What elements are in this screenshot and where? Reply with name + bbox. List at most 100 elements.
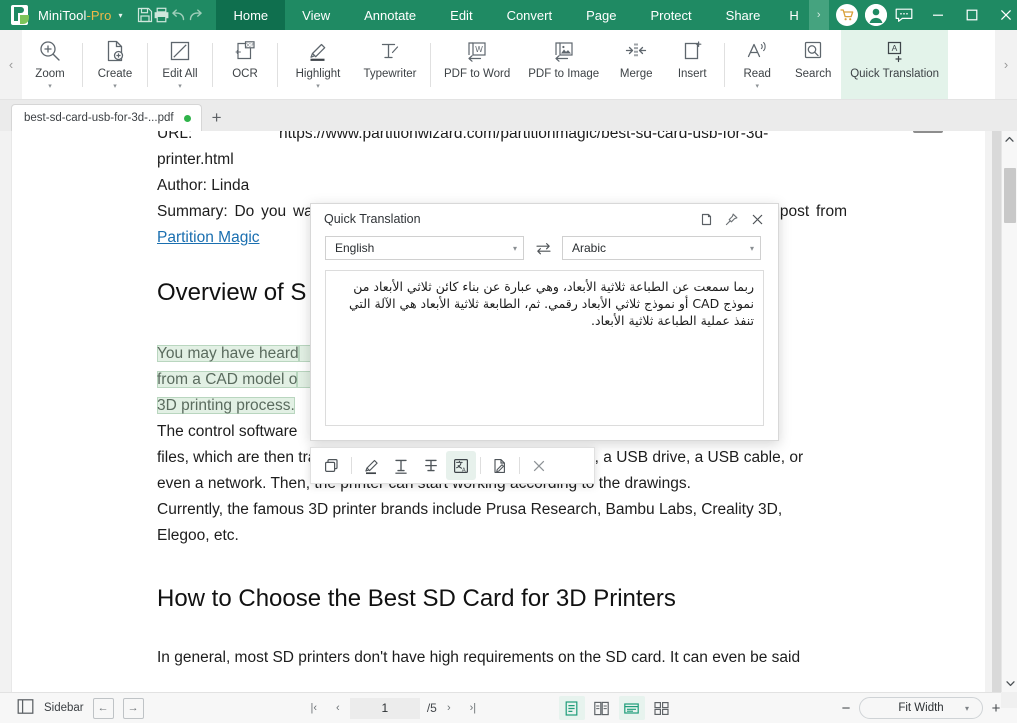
selected-text-line3: 3D printing process. — [157, 397, 295, 414]
create-document-icon — [103, 38, 127, 64]
pane-prev-button[interactable]: ← — [92, 697, 114, 719]
ribbon-scroll-left-button[interactable]: ‹ — [0, 30, 22, 99]
ribbon-tab-convert[interactable]: Convert — [490, 0, 570, 30]
selected-text-line1-pre: You may have heard — [157, 345, 299, 362]
zoom-in-icon — [38, 38, 62, 64]
translation-result-textarea[interactable]: ربما سمعت عن الطباعة ثلاثية الأبعاد، وهي… — [325, 270, 764, 426]
chevron-down-icon: ▾ — [964, 703, 969, 713]
undo-icon[interactable] — [170, 0, 187, 30]
ribbon-tab-view[interactable]: View — [285, 0, 347, 30]
chevron-down-icon[interactable]: ▾ — [755, 83, 759, 90]
note-icon[interactable] — [485, 451, 515, 480]
vertical-scrollbar[interactable] — [1001, 131, 1017, 692]
ribbon-button-pdf-to-word[interactable]: W PDF to Word — [435, 30, 519, 99]
chevron-down-icon[interactable]: ▾ — [178, 83, 182, 90]
sidebar-label: Sidebar — [44, 702, 84, 714]
close-icon[interactable] — [744, 207, 770, 231]
ribbon-button-read[interactable]: Read ▾ — [729, 30, 785, 99]
close-button[interactable] — [989, 0, 1017, 30]
previous-page-button[interactable]: ‹ — [326, 697, 350, 719]
zoom-out-button[interactable]: − — [833, 696, 859, 720]
sidebar-icon — [16, 697, 35, 719]
ribbon-tab-annotate[interactable]: Annotate — [347, 0, 433, 30]
summary-text-pre: Summary: Do you wa — [157, 203, 313, 220]
ribbon-button-pdf-to-image[interactable]: PDF to Image — [519, 30, 608, 99]
chevron-down-icon[interactable]: ▾ — [113, 83, 117, 90]
ribbon-tab-home[interactable]: Home — [216, 0, 286, 30]
ribbon-button-create[interactable]: Create ▾ — [87, 30, 143, 99]
ribbon-tabs-overflow-icon[interactable]: › — [808, 0, 829, 30]
sidebar-toggle-button[interactable]: Sidebar — [16, 697, 84, 719]
partition-magic-link[interactable]: Partition Magic — [157, 229, 260, 246]
ribbon-button-search[interactable]: Search — [785, 30, 841, 99]
zoom-level-select[interactable]: Fit Width ▾ — [859, 697, 983, 719]
text-selection-toolbar[interactable]: A — [310, 447, 595, 484]
summary-line2-pre: from — [815, 203, 847, 220]
current-page-input[interactable]: 1 — [349, 697, 420, 719]
copy-icon[interactable] — [692, 207, 718, 231]
ribbon-button-typewriter[interactable]: Typewriter — [354, 30, 426, 99]
ribbon-tab-protect[interactable]: Protect — [633, 0, 708, 30]
target-language-select[interactable]: Arabic ▾ — [562, 236, 761, 260]
ribbon-button-merge[interactable]: Merge — [608, 30, 664, 99]
next-page-button[interactable]: › — [437, 697, 461, 719]
underline-icon[interactable] — [386, 451, 416, 480]
ribbon-label-zoom: Zoom — [35, 68, 65, 80]
pane-next-button[interactable]: → — [122, 697, 144, 719]
ribbon-button-edit-all[interactable]: Edit All ▾ — [152, 30, 208, 99]
ribbon-tab-edit[interactable]: Edit — [433, 0, 489, 30]
titlebar-right-actions — [829, 0, 1017, 30]
single-page-view-icon[interactable] — [558, 696, 585, 720]
translate-icon[interactable]: A — [446, 451, 476, 480]
first-page-button[interactable]: |‹ — [302, 697, 326, 719]
ribbon-scroll-right-button[interactable]: › — [995, 30, 1017, 99]
highlight-icon — [306, 38, 330, 64]
view-mode-group — [555, 696, 675, 720]
highlight-icon[interactable] — [356, 451, 386, 480]
ribbon-label-pdf-to-image: PDF to Image — [528, 68, 600, 80]
scroll-up-icon[interactable] — [1002, 131, 1017, 148]
scrollbar-thumb[interactable] — [1004, 168, 1016, 223]
two-page-view-icon[interactable] — [589, 696, 615, 720]
ribbon-tab-share[interactable]: Share — [709, 0, 778, 30]
document-tab[interactable]: best-sd-card-usb-for-3d-...pdf — [11, 104, 202, 131]
source-language-select[interactable]: English ▾ — [325, 236, 524, 260]
continuous-view-icon[interactable] — [618, 696, 645, 720]
thumbnail-grid-view-icon[interactable] — [649, 696, 675, 720]
scroll-down-icon[interactable] — [1002, 675, 1017, 692]
feedback-icon[interactable] — [887, 0, 921, 30]
ribbon-tab-page[interactable]: Page — [569, 0, 633, 30]
minimize-button[interactable] — [921, 0, 955, 30]
quick-translation-header[interactable]: Quick Translation — [311, 204, 778, 234]
document-tab-label: best-sd-card-usb-for-3d-...pdf — [24, 112, 174, 124]
account-avatar-icon[interactable] — [864, 4, 887, 26]
new-tab-button[interactable]: + — [202, 104, 232, 131]
quick-translation-language-row: English ▾ Arabic ▾ — [311, 236, 778, 260]
chevron-down-icon[interactable]: ▾ — [48, 83, 52, 90]
ribbon-button-ocr[interactable]: OCR OCR — [217, 30, 273, 99]
last-page-button[interactable]: ›| — [461, 697, 485, 719]
copy-icon[interactable] — [317, 451, 347, 480]
para2-line2-pre: files, which are then — [157, 449, 299, 466]
search-icon — [801, 38, 825, 64]
pin-icon[interactable] — [718, 207, 744, 231]
maximize-button[interactable] — [955, 0, 989, 30]
app-title: MiniTool-Pro — [38, 8, 111, 23]
redo-icon[interactable] — [187, 0, 204, 30]
save-icon[interactable] — [137, 0, 153, 30]
ribbon-divider — [430, 42, 431, 87]
chevron-down-icon[interactable]: ▾ — [316, 83, 320, 90]
strikethrough-icon[interactable] — [416, 451, 446, 480]
ribbon-button-highlight[interactable]: Highlight ▾ — [282, 30, 354, 99]
ribbon-tab-help[interactable]: H — [777, 0, 808, 30]
ribbon-button-zoom[interactable]: Zoom ▾ — [22, 30, 78, 99]
app-menu-caret-icon[interactable]: ▾ — [118, 11, 122, 20]
close-icon[interactable] — [524, 451, 554, 480]
swap-languages-icon[interactable] — [524, 242, 562, 255]
ribbon-button-quick-translation[interactable]: A Quick Translation — [841, 30, 949, 99]
doc-heading-how-to-choose: How to Choose the Best SD Card for 3D Pr… — [157, 585, 676, 612]
print-icon[interactable] — [153, 0, 170, 30]
cart-icon[interactable] — [835, 4, 858, 26]
quick-translation-dialog[interactable]: Quick Translation English ▾ Arabic ▾ ربم… — [310, 203, 779, 441]
ribbon-button-insert[interactable]: Insert — [664, 30, 720, 99]
